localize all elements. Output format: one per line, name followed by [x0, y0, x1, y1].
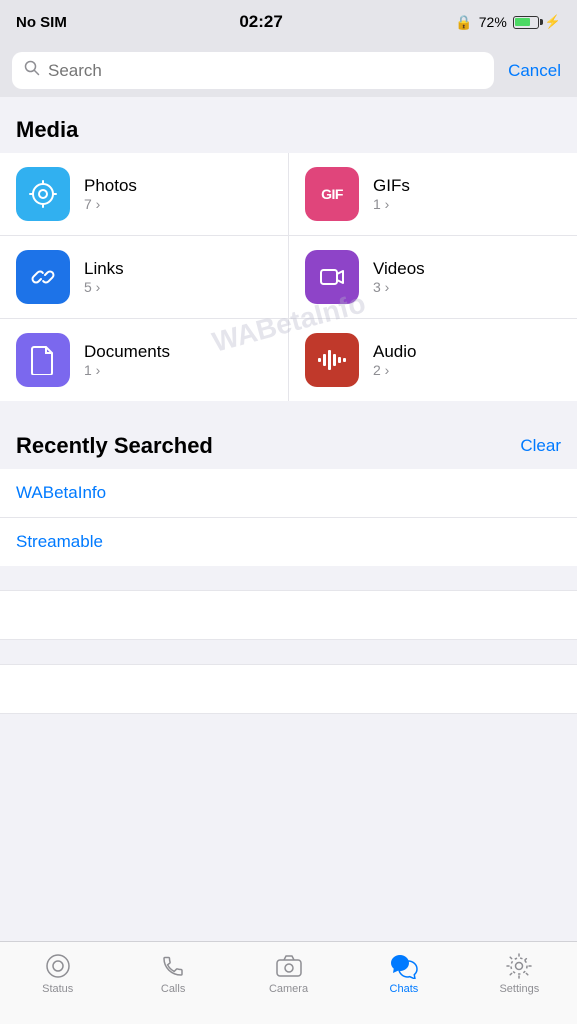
battery-icon — [513, 16, 539, 29]
audio-icon — [305, 333, 359, 387]
gifs-count: 1 › — [373, 196, 410, 212]
links-icon — [16, 250, 70, 304]
search-bar-container: Cancel — [0, 44, 577, 97]
media-item-audio[interactable]: Audio 2 › — [289, 319, 577, 401]
tab-item-status[interactable]: Status — [0, 952, 115, 995]
videos-icon — [305, 250, 359, 304]
recently-searched-header: Recently Searched Clear — [0, 425, 577, 469]
tab-bar: Status Calls Camera Chats — [0, 941, 577, 1024]
gifs-label: GIFs — [373, 176, 410, 196]
tab-item-calls[interactable]: Calls — [115, 952, 230, 995]
documents-info: Documents 1 › — [84, 342, 170, 378]
media-row-2: Links 5 › Videos 3 › — [0, 236, 577, 319]
gifs-info: GIFs 1 › — [373, 176, 410, 212]
media-row-1: Photos 7 › GIF GIFs 1 › — [0, 153, 577, 236]
settings-tab-label: Settings — [499, 983, 539, 995]
recently-searched-section: Recently Searched Clear WABetaInfo Strea… — [0, 425, 577, 566]
search-input-wrapper[interactable] — [12, 52, 494, 89]
audio-count: 2 › — [373, 362, 416, 378]
camera-icon — [275, 952, 303, 980]
photos-label: Photos — [84, 176, 137, 196]
media-item-documents[interactable]: Documents 1 › — [0, 319, 289, 401]
media-item-photos[interactable]: Photos 7 › — [0, 153, 289, 235]
photos-info: Photos 7 › — [84, 176, 137, 212]
status-right: 🔒 72% ⚡ — [455, 14, 561, 31]
photos-count: 7 › — [84, 196, 137, 212]
audio-info: Audio 2 › — [373, 342, 416, 378]
videos-label: Videos — [373, 259, 425, 279]
calls-tab-label: Calls — [161, 983, 185, 995]
status-tab-label: Status — [42, 983, 73, 995]
media-item-links[interactable]: Links 5 › — [0, 236, 289, 318]
camera-tab-label: Camera — [269, 983, 308, 995]
settings-icon — [505, 952, 533, 980]
media-item-videos[interactable]: Videos 3 › — [289, 236, 577, 318]
status-icon — [44, 952, 72, 980]
main-content: WABetaInfo Media Photos 7 — [0, 97, 577, 941]
calls-icon — [159, 952, 187, 980]
media-row-3: Documents 1 › Audio — [0, 319, 577, 401]
recently-searched-title: Recently Searched — [16, 433, 213, 459]
media-grid: Photos 7 › GIF GIFs 1 › — [0, 153, 577, 401]
gifs-icon: GIF — [305, 167, 359, 221]
documents-count: 1 › — [84, 362, 170, 378]
links-label: Links — [84, 259, 124, 279]
tab-item-settings[interactable]: Settings — [462, 952, 577, 995]
recent-search-streamable[interactable]: Streamable — [0, 518, 577, 566]
chats-tab-label: Chats — [390, 983, 419, 995]
empty-section-2 — [0, 664, 577, 714]
search-input[interactable] — [48, 61, 482, 81]
media-section-title: Media — [0, 97, 577, 153]
links-count: 5 › — [84, 279, 124, 295]
recent-search-wabetainfo[interactable]: WABetaInfo — [0, 469, 577, 518]
cancel-button[interactable]: Cancel — [504, 61, 565, 81]
status-bar: No SIM 02:27 🔒 72% ⚡ — [0, 0, 577, 44]
carrier-label: No SIM — [16, 14, 67, 31]
clear-button[interactable]: Clear — [520, 436, 561, 456]
documents-label: Documents — [84, 342, 170, 362]
lock-icon: 🔒 — [455, 14, 472, 31]
photos-icon — [16, 167, 70, 221]
audio-label: Audio — [373, 342, 416, 362]
battery-percent: 72% — [479, 14, 507, 30]
videos-info: Videos 3 › — [373, 259, 425, 295]
empty-section-1 — [0, 590, 577, 640]
time-label: 02:27 — [239, 12, 282, 32]
search-icon — [24, 60, 40, 81]
tab-item-chats[interactable]: Chats — [346, 952, 461, 995]
tab-item-camera[interactable]: Camera — [231, 952, 346, 995]
media-item-gifs[interactable]: GIF GIFs 1 › — [289, 153, 577, 235]
chats-icon — [390, 952, 418, 980]
videos-count: 3 › — [373, 279, 425, 295]
links-info: Links 5 › — [84, 259, 124, 295]
recently-searched-list: WABetaInfo Streamable — [0, 469, 577, 566]
charging-icon: ⚡ — [545, 14, 561, 30]
documents-icon — [16, 333, 70, 387]
